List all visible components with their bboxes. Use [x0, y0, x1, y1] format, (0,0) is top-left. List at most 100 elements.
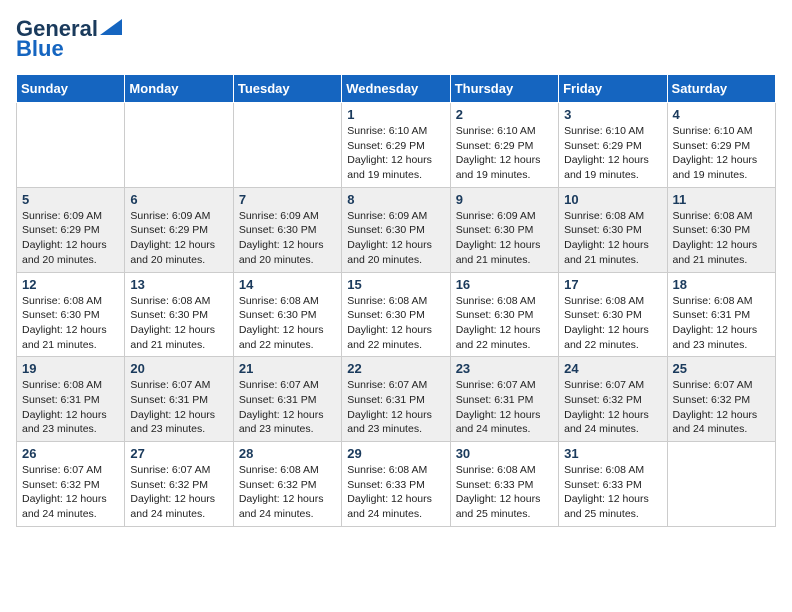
- day-number: 6: [130, 192, 227, 207]
- day-number: 24: [564, 361, 661, 376]
- day-info: Sunrise: 6:08 AMSunset: 6:30 PMDaylight:…: [564, 294, 661, 353]
- calendar-cell: 2Sunrise: 6:10 AMSunset: 6:29 PMDaylight…: [450, 103, 558, 188]
- calendar-cell: 22 Sunrise: 6:07 AMSunset: 6:31 PMDayligh…: [342, 357, 450, 442]
- day-info: Sunrise: 6:07 AMSunset: 6:31 PMDaylight:…: [239, 378, 336, 437]
- logo: General Blue: [16, 16, 122, 62]
- day-number: 13: [130, 277, 227, 292]
- calendar-week-2: 5 Sunrise: 6:09 AMSunset: 6:29 PMDaylight…: [17, 187, 776, 272]
- day-number: 14: [239, 277, 336, 292]
- day-number: 12: [22, 277, 119, 292]
- day-number: 10: [564, 192, 661, 207]
- day-info: Sunrise: 6:08 AMSunset: 6:30 PMDaylight:…: [673, 209, 770, 268]
- day-info: Sunrise: 6:08 AMSunset: 6:33 PMDaylight:…: [456, 463, 553, 522]
- calendar-cell: 16Sunrise: 6:08 AMSunset: 6:30 PMDayligh…: [450, 272, 558, 357]
- day-info: Sunrise: 6:08 AMSunset: 6:31 PMDaylight:…: [22, 378, 119, 437]
- day-number: 5: [22, 192, 119, 207]
- calendar-cell: 24 Sunrise: 6:07 AMSunset: 6:32 PMDayligh…: [559, 357, 667, 442]
- day-info: Sunrise: 6:07 AMSunset: 6:32 PMDaylight:…: [22, 463, 119, 522]
- calendar-week-4: 19 Sunrise: 6:08 AMSunset: 6:31 PMDayligh…: [17, 357, 776, 442]
- day-info: Sunrise: 6:08 AMSunset: 6:30 PMDaylight:…: [564, 209, 661, 268]
- calendar-cell: 17 Sunrise: 6:08 AMSunset: 6:30 PMDayligh…: [559, 272, 667, 357]
- day-number: 27: [130, 446, 227, 461]
- day-info: Sunrise: 6:10 AMSunset: 6:29 PMDaylight:…: [347, 124, 444, 183]
- day-info: Sunrise: 6:10 AMSunset: 6:29 PMDaylight:…: [673, 124, 770, 183]
- day-number: 3: [564, 107, 661, 122]
- calendar-week-1: 1 Sunrise: 6:10 AMSunset: 6:29 PMDaylight…: [17, 103, 776, 188]
- calendar-cell: 3 Sunrise: 6:10 AMSunset: 6:29 PMDaylight…: [559, 103, 667, 188]
- day-number: 1: [347, 107, 444, 122]
- day-number: 17: [564, 277, 661, 292]
- day-info: Sunrise: 6:10 AMSunset: 6:29 PMDaylight:…: [564, 124, 661, 183]
- day-info: Sunrise: 6:09 AMSunset: 6:29 PMDaylight:…: [130, 209, 227, 268]
- calendar-cell: 28 Sunrise: 6:08 AMSunset: 6:32 PMDayligh…: [233, 442, 341, 527]
- calendar-cell: [125, 103, 233, 188]
- day-number: 29: [347, 446, 444, 461]
- day-info: Sunrise: 6:08 AMSunset: 6:30 PMDaylight:…: [130, 294, 227, 353]
- day-number: 18: [673, 277, 770, 292]
- day-number: 4: [673, 107, 770, 122]
- calendar-cell: [667, 442, 775, 527]
- calendar-cell: 5 Sunrise: 6:09 AMSunset: 6:29 PMDaylight…: [17, 187, 125, 272]
- calendar-cell: 4 Sunrise: 6:10 AMSunset: 6:29 PMDaylight…: [667, 103, 775, 188]
- calendar-week-3: 12 Sunrise: 6:08 AMSunset: 6:30 PMDayligh…: [17, 272, 776, 357]
- calendar-cell: 8 Sunrise: 6:09 AMSunset: 6:30 PMDaylight…: [342, 187, 450, 272]
- day-info: Sunrise: 6:07 AMSunset: 6:31 PMDaylight:…: [347, 378, 444, 437]
- day-number: 11: [673, 192, 770, 207]
- weekday-friday: Friday: [559, 75, 667, 103]
- calendar-cell: 20Sunrise: 6:07 AMSunset: 6:31 PMDayligh…: [125, 357, 233, 442]
- day-info: Sunrise: 6:08 AMSunset: 6:30 PMDaylight:…: [347, 294, 444, 353]
- day-number: 8: [347, 192, 444, 207]
- day-info: Sunrise: 6:07 AMSunset: 6:32 PMDaylight:…: [564, 378, 661, 437]
- day-info: Sunrise: 6:09 AMSunset: 6:30 PMDaylight:…: [347, 209, 444, 268]
- day-info: Sunrise: 6:08 AMSunset: 6:31 PMDaylight:…: [673, 294, 770, 353]
- day-number: 30: [456, 446, 553, 461]
- day-number: 15: [347, 277, 444, 292]
- day-number: 25: [673, 361, 770, 376]
- calendar-cell: [233, 103, 341, 188]
- logo-icon: [100, 19, 122, 35]
- day-info: Sunrise: 6:09 AMSunset: 6:30 PMDaylight:…: [456, 209, 553, 268]
- calendar-cell: 13 Sunrise: 6:08 AMSunset: 6:30 PMDayligh…: [125, 272, 233, 357]
- calendar-cell: 18 Sunrise: 6:08 AMSunset: 6:31 PMDayligh…: [667, 272, 775, 357]
- day-number: 9: [456, 192, 553, 207]
- calendar-cell: 29 Sunrise: 6:08 AMSunset: 6:33 PMDayligh…: [342, 442, 450, 527]
- logo-blue: Blue: [16, 36, 64, 62]
- day-number: 22: [347, 361, 444, 376]
- day-number: 23: [456, 361, 553, 376]
- weekday-sunday: Sunday: [17, 75, 125, 103]
- day-info: Sunrise: 6:07 AMSunset: 6:32 PMDaylight:…: [130, 463, 227, 522]
- day-info: Sunrise: 6:08 AMSunset: 6:33 PMDaylight:…: [347, 463, 444, 522]
- calendar-cell: 25Sunrise: 6:07 AMSunset: 6:32 PMDayligh…: [667, 357, 775, 442]
- day-info: Sunrise: 6:08 AMSunset: 6:30 PMDaylight:…: [22, 294, 119, 353]
- calendar-cell: 15 Sunrise: 6:08 AMSunset: 6:30 PMDayligh…: [342, 272, 450, 357]
- day-number: 19: [22, 361, 119, 376]
- weekday-thursday: Thursday: [450, 75, 558, 103]
- day-info: Sunrise: 6:09 AMSunset: 6:30 PMDaylight:…: [239, 209, 336, 268]
- day-number: 16: [456, 277, 553, 292]
- day-number: 21: [239, 361, 336, 376]
- day-number: 28: [239, 446, 336, 461]
- weekday-wednesday: Wednesday: [342, 75, 450, 103]
- calendar-table: SundayMondayTuesdayWednesdayThursdayFrid…: [16, 74, 776, 527]
- day-number: 7: [239, 192, 336, 207]
- calendar-cell: 31Sunrise: 6:08 AMSunset: 6:33 PMDayligh…: [559, 442, 667, 527]
- calendar-cell: 14 Sunrise: 6:08 AMSunset: 6:30 PMDayligh…: [233, 272, 341, 357]
- calendar-cell: 1 Sunrise: 6:10 AMSunset: 6:29 PMDaylight…: [342, 103, 450, 188]
- day-number: 31: [564, 446, 661, 461]
- day-number: 2: [456, 107, 553, 122]
- calendar-cell: 7 Sunrise: 6:09 AMSunset: 6:30 PMDaylight…: [233, 187, 341, 272]
- calendar-cell: 6 Sunrise: 6:09 AMSunset: 6:29 PMDaylight…: [125, 187, 233, 272]
- day-info: Sunrise: 6:07 AMSunset: 6:31 PMDaylight:…: [130, 378, 227, 437]
- calendar-cell: 10 Sunrise: 6:08 AMSunset: 6:30 PMDayligh…: [559, 187, 667, 272]
- day-info: Sunrise: 6:07 AMSunset: 6:31 PMDaylight:…: [456, 378, 553, 437]
- weekday-tuesday: Tuesday: [233, 75, 341, 103]
- weekday-header-row: SundayMondayTuesdayWednesdayThursdayFrid…: [17, 75, 776, 103]
- weekday-saturday: Saturday: [667, 75, 775, 103]
- calendar-cell: 23 Sunrise: 6:07 AMSunset: 6:31 PMDayligh…: [450, 357, 558, 442]
- calendar-cell: 9 Sunrise: 6:09 AMSunset: 6:30 PMDaylight…: [450, 187, 558, 272]
- day-info: Sunrise: 6:08 AMSunset: 6:32 PMDaylight:…: [239, 463, 336, 522]
- calendar-cell: 21 Sunrise: 6:07 AMSunset: 6:31 PMDayligh…: [233, 357, 341, 442]
- day-info: Sunrise: 6:09 AMSunset: 6:29 PMDaylight:…: [22, 209, 119, 268]
- calendar-cell: 19 Sunrise: 6:08 AMSunset: 6:31 PMDayligh…: [17, 357, 125, 442]
- day-info: Sunrise: 6:08 AMSunset: 6:30 PMDaylight:…: [239, 294, 336, 353]
